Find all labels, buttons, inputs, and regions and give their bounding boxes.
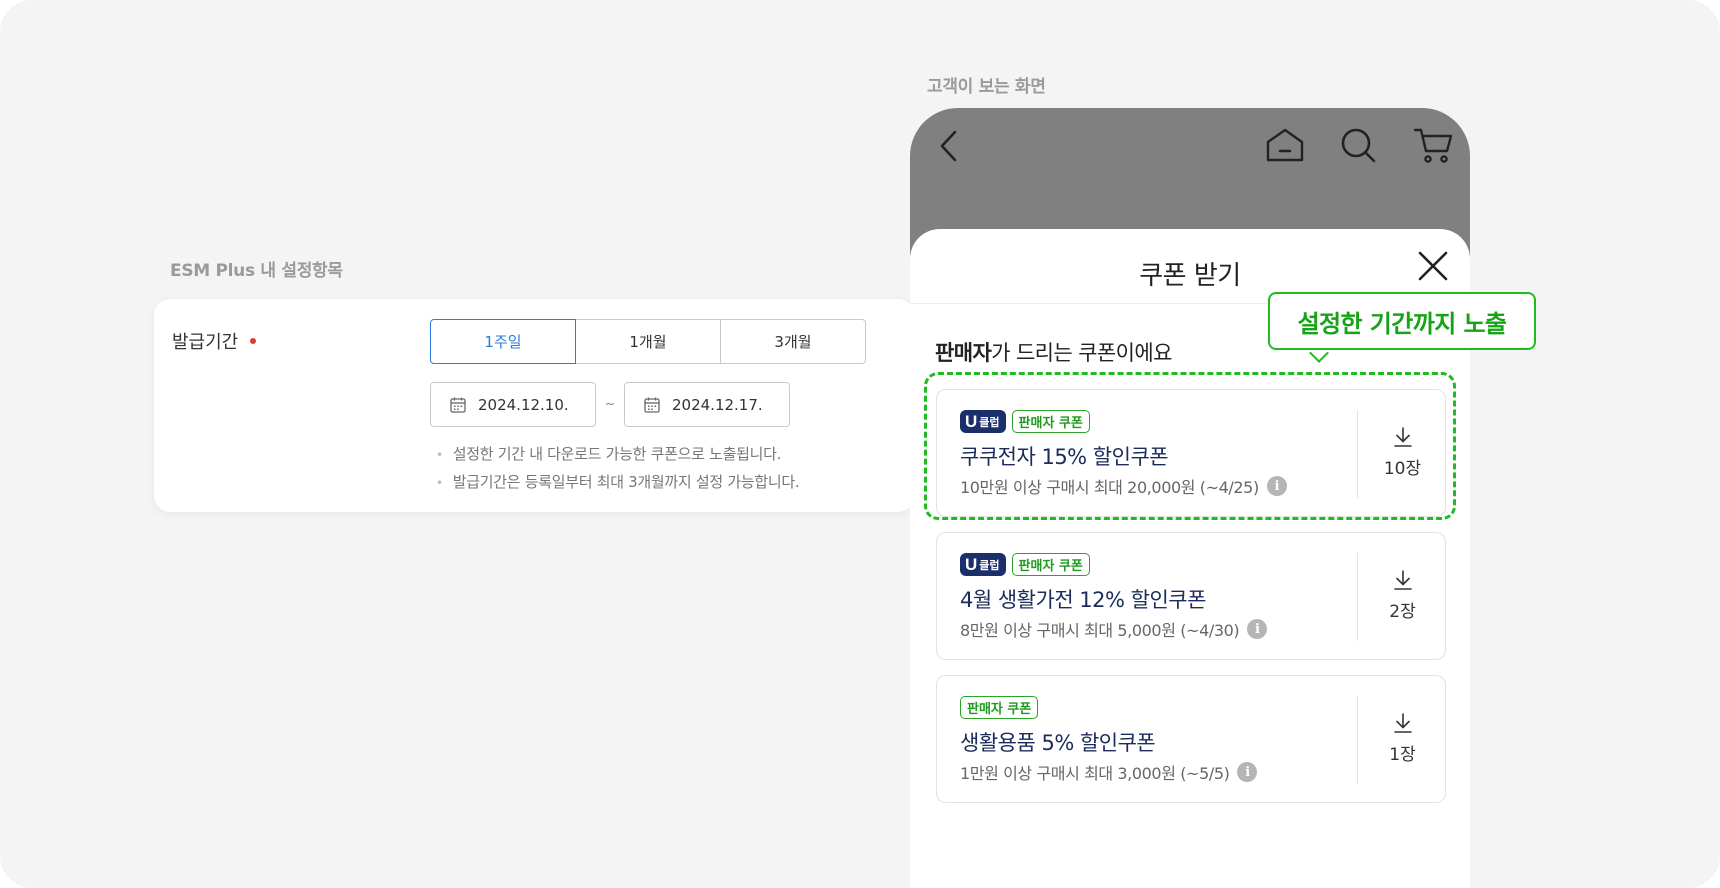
preview-caption: 고객이 보는 화면: [927, 77, 1046, 97]
coupon-card: U 클럽 판매자 쿠폰 4월 생활가전 12% 할인쿠폰 8만원 이상 구매시 최…: [936, 532, 1446, 660]
annotation-callout: 설정한 기간까지 노출: [1268, 292, 1536, 350]
uclub-logo-u: U: [965, 554, 978, 574]
home-icon[interactable]: [1264, 126, 1306, 170]
download-button[interactable]: 2장: [1358, 569, 1447, 622]
required-dot: [250, 338, 257, 344]
sheet-subtitle: 판매자가 드리는 쿠폰이에요: [935, 337, 1172, 367]
field-label-row: 발급기간: [172, 328, 257, 354]
help-notes: 설정한 기간 내 다운로드 가능한 쿠폰으로 노출됩니다. 발급기간은 등록일부…: [436, 441, 800, 497]
start-date-field[interactable]: 2024.12.10.: [430, 382, 596, 427]
canvas: ESM Plus 내 설정항목 발급기간 1주일 1개월 3개월 2024.12…: [0, 0, 1720, 888]
seller-coupon-badge: 판매자 쿠폰: [1011, 553, 1090, 576]
seller-coupon-badge: 판매자 쿠폰: [960, 696, 1039, 719]
back-arrow-icon[interactable]: [936, 126, 962, 170]
download-count: 1장: [1389, 745, 1416, 765]
period-1month-button[interactable]: 1개월: [575, 319, 721, 364]
info-icon[interactable]: i: [1247, 619, 1268, 639]
help-note: 설정한 기간 내 다운로드 가능한 쿠폰으로 노출됩니다.: [436, 441, 799, 469]
date-separator: ~: [604, 397, 616, 412]
download-icon: [1393, 570, 1412, 590]
calendar-icon: [449, 396, 467, 414]
end-date-field[interactable]: 2024.12.17.: [624, 382, 790, 427]
settings-card: 발급기간 1주일 1개월 3개월 2024.12.10. ~ 2024.12.1…: [154, 299, 914, 512]
end-date-value: 2024.12.17.: [672, 395, 763, 414]
cart-icon[interactable]: [1413, 126, 1455, 170]
period-1week-button[interactable]: 1주일: [430, 319, 576, 364]
highlight-dashed-box: [924, 372, 1456, 520]
coupon-desc: 8만원 이상 구매시 최대 5,000원 (~4/30) i: [960, 617, 1268, 641]
coupon-name: 생활용품 5% 할인쿠폰: [960, 731, 1156, 755]
bottom-fade: [910, 789, 1470, 888]
info-icon[interactable]: i: [1237, 762, 1258, 782]
period-3month-button[interactable]: 3개월: [720, 319, 866, 364]
coupon-name: 4월 생활가전 12% 할인쿠폰: [960, 588, 1206, 612]
subtitle-rest: 가 드리는 쿠폰이에요: [991, 341, 1172, 365]
help-note: 발급기간은 등록일부터 최대 3개월까지 설정 가능합니다.: [436, 469, 800, 497]
coupon-badges: 판매자 쿠폰: [960, 696, 1039, 719]
settings-caption: ESM Plus 내 설정항목: [170, 261, 343, 281]
calendar-icon: [643, 396, 661, 414]
coupon-badges: U 클럽 판매자 쿠폰: [960, 553, 1090, 576]
download-icon: [1393, 713, 1412, 733]
coupon-desc: 1만원 이상 구매시 최대 3,000원 (~5/5) i: [960, 760, 1258, 784]
start-date-value: 2024.12.10.: [478, 395, 569, 414]
subtitle-bold: 판매자: [935, 341, 992, 365]
uclub-badge-label: 클럽: [979, 558, 1000, 572]
search-icon[interactable]: [1339, 126, 1379, 170]
sheet-title: 쿠폰 받기: [1139, 261, 1241, 291]
period-button-group: 1주일 1개월 3개월: [430, 319, 866, 364]
coupon-desc-text: 1만원 이상 구매시 최대 3,000원 (~5/5): [960, 764, 1230, 783]
date-range: 2024.12.10. ~ 2024.12.17.: [430, 382, 790, 427]
uclub-badge: U 클럽: [960, 553, 1006, 576]
issue-period-label: 발급기간: [172, 332, 239, 353]
download-button[interactable]: 1장: [1358, 712, 1447, 765]
download-count: 2장: [1389, 602, 1416, 622]
close-icon[interactable]: [1416, 249, 1450, 287]
coupon-desc-text: 8만원 이상 구매시 최대 5,000원 (~4/30): [960, 621, 1240, 640]
coupon-card: 판매자 쿠폰 생활용품 5% 할인쿠폰 1만원 이상 구매시 최대 3,000원…: [936, 675, 1446, 803]
